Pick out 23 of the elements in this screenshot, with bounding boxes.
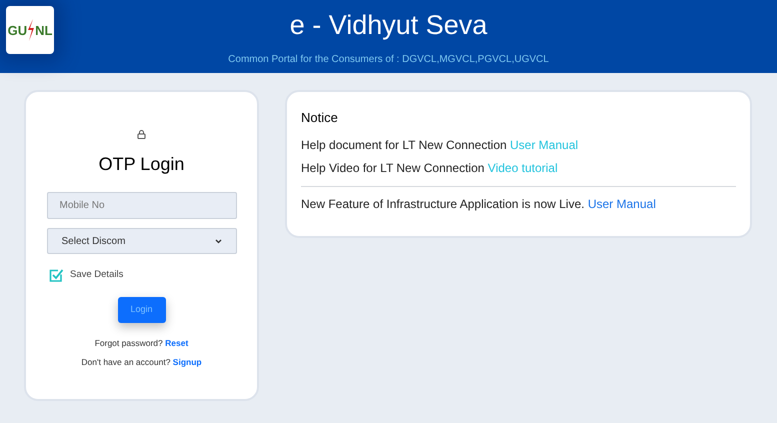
notice-text: Help document for LT New Connection User Manual (301, 136, 580, 154)
notice-link[interactable]: User Manual (588, 196, 656, 210)
chevron-down-icon (214, 238, 222, 244)
logo[interactable]: GU NL (6, 6, 54, 54)
forgot-password-text: Forgot password? Reset (94, 337, 188, 350)
notice-text: New Feature of Infrastructure Application is now Live. User Manual (301, 196, 657, 212)
signup-text: Don't have an account? Signup (81, 356, 202, 368)
save-details-label: Save Details (70, 268, 124, 282)
login-button[interactable]: Login (118, 297, 166, 323)
lock-icon (137, 130, 146, 139)
mobile-field[interactable]: Mobile No (46, 192, 236, 219)
site-title: e - Vidhyut Seva (290, 9, 488, 42)
notice-text: Help Video for LT New Connection Video tutorial (301, 160, 559, 176)
reset-link[interactable]: Reset (165, 338, 188, 348)
logo-text: GU (8, 24, 28, 36)
discom-select[interactable]: Select Discom (46, 228, 236, 254)
login-title: OTP Login (98, 153, 184, 176)
logo-text: NL (35, 24, 52, 36)
lightning-icon (27, 19, 36, 41)
site-subtitle: Common Portal for the Consumers of : DGVCL,MGVCL,PGVCL,UGVCL (228, 53, 549, 67)
signup-link[interactable]: Signup (172, 356, 202, 367)
save-details-checkbox[interactable] (49, 268, 64, 283)
notice-title: Notice (301, 109, 339, 127)
